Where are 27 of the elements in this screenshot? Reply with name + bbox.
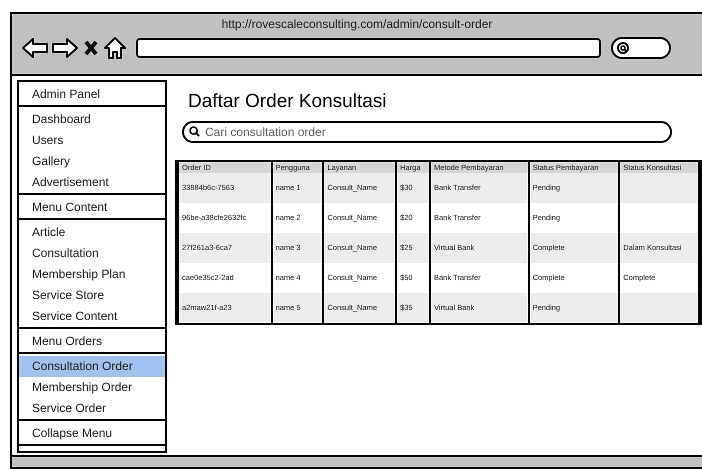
sidebar-item[interactable]: Dashboard — [19, 109, 165, 130]
home-icon[interactable] — [104, 37, 126, 59]
back-icon[interactable] — [22, 38, 48, 58]
sidebar-item[interactable]: Consultation — [19, 243, 165, 264]
sidebar-item[interactable]: Membership Order — [19, 377, 165, 398]
close-icon[interactable] — [84, 40, 98, 56]
address-field[interactable] — [136, 38, 601, 58]
search-field[interactable] — [611, 37, 671, 59]
sidebar-item[interactable]: Admin Panel — [19, 84, 165, 107]
sidebar-item[interactable]: Advertisement — [19, 172, 165, 195]
sidebar-item[interactable]: Article — [19, 222, 165, 243]
sidebar-item[interactable]: Menu Orders — [19, 331, 165, 354]
sidebar-item[interactable]: Menu Content — [19, 197, 165, 220]
sidebar-item[interactable]: Consultation Order — [19, 356, 165, 377]
forward-icon[interactable] — [52, 38, 78, 58]
sidebar-item[interactable]: Service Content — [19, 306, 165, 329]
sidebar-item[interactable]: Service Store — [19, 285, 165, 306]
sidebar-item[interactable]: Service Order — [19, 398, 165, 421]
window-title: http://rovescaleconsulting.com/admin/consult-order — [222, 17, 492, 31]
sidebar-item[interactable]: Membership Plan — [19, 264, 165, 285]
sidebar-item[interactable]: Users — [19, 130, 165, 151]
sidebar-item[interactable]: Gallery — [19, 151, 165, 172]
search-icon — [617, 42, 629, 54]
sidebar-item[interactable]: Collapse Menu — [19, 423, 165, 446]
page-title: Daftar Order Konsultasi — [188, 90, 388, 114]
search-field[interactable]: Cari consultation order — [182, 121, 672, 143]
search-icon — [189, 126, 200, 137]
